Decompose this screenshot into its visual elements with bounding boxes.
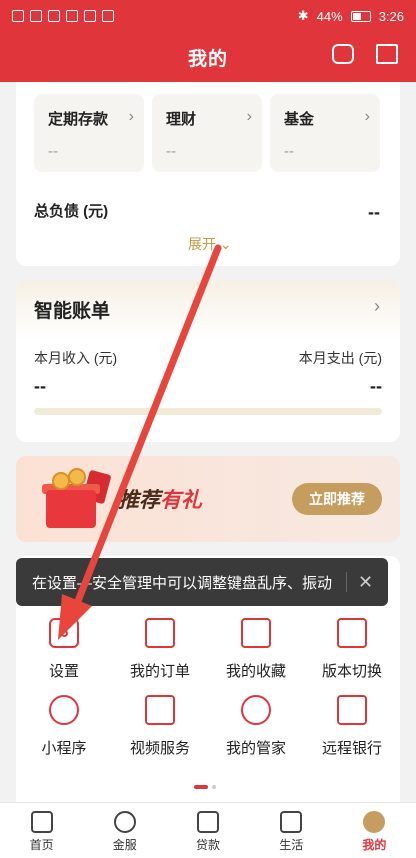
tab-label: 我的: [362, 838, 387, 852]
income-label: 本月收入 (元): [34, 350, 118, 366]
bluetooth-icon: ✱: [297, 8, 309, 23]
service-remote-bank[interactable]: 远程银行: [304, 695, 400, 758]
home-icon: [30, 811, 53, 833]
asset-fund[interactable]: 基金 › --: [270, 94, 380, 172]
service-label: 远程银行: [321, 740, 382, 757]
assets-card: 定期存款 › -- 理财 › -- 基金 › -- 总负债 (元) -- 展开 …: [16, 82, 400, 266]
clock: 3:26: [378, 8, 404, 24]
chevron-right-icon: ›: [364, 108, 370, 125]
tooltip-text: 在设置—安全管理中可以调整键盘乱序、振动: [32, 574, 333, 592]
asset-value: --: [48, 143, 58, 160]
service-favorites[interactable]: 我的收藏: [208, 618, 304, 681]
services-grid: 设置 我的订单 我的收藏 版本切换 小程序 视频服务 我的管家 远程银行: [16, 618, 400, 758]
app-notification-icon: [102, 10, 114, 22]
mine-icon: [363, 811, 386, 833]
life-icon: [280, 811, 303, 833]
page-indicator: [194, 785, 216, 789]
refer-now-button[interactable]: 立即推荐: [292, 483, 382, 515]
asset-value: --: [284, 143, 294, 160]
battery-percent: 44%: [316, 8, 343, 24]
title-bar: 我的: [0, 32, 416, 82]
message-icon[interactable]: [376, 44, 398, 64]
status-bar: ✱ 44% 3:26: [0, 0, 416, 32]
asset-wealth[interactable]: 理财 › --: [152, 94, 262, 172]
promo-text-a: 推荐: [118, 489, 160, 512]
chevron-down-icon: ⌄: [219, 236, 232, 252]
signal-icon: [30, 10, 42, 22]
heart-icon: [113, 811, 136, 833]
top-header: ✱ 44% 3:26 我的: [0, 0, 416, 82]
wifi-icon: [48, 10, 60, 22]
tooltip: 在设置—安全管理中可以调整键盘乱序、振动 ✕: [16, 558, 388, 606]
remote-bank-icon: [337, 695, 367, 725]
settings-icon: [49, 618, 79, 648]
tab-label: 金服: [112, 838, 137, 852]
app-notification-icon: [66, 10, 78, 22]
video-icon: [145, 695, 175, 725]
tab-life[interactable]: 生活: [250, 803, 333, 858]
service-label: 版本切换: [321, 663, 382, 680]
income-value: --: [34, 376, 46, 396]
service-version-switch[interactable]: 版本切换: [304, 618, 400, 681]
expense-label: 本月支出 (元): [298, 350, 382, 366]
butler-icon: [241, 695, 271, 725]
favorite-icon: [241, 618, 271, 648]
total-debt-label: 总负债 (元): [34, 203, 109, 220]
service-label: 我的管家: [225, 740, 286, 757]
service-label: 设置: [48, 663, 79, 680]
asset-title: 理财: [166, 111, 197, 128]
service-mini-program[interactable]: 小程序: [16, 695, 112, 758]
asset-fixed-deposit[interactable]: 定期存款 › --: [34, 94, 144, 172]
chevron-right-icon: ›: [128, 108, 134, 125]
service-label: 视频服务: [129, 740, 190, 757]
smart-bill-card[interactable]: 智能账单 › 本月收入 (元) 本月支出 (元) -- --: [16, 280, 400, 442]
service-butler[interactable]: 我的管家: [208, 695, 304, 758]
service-label: 我的订单: [129, 663, 190, 680]
asset-title: 定期存款: [48, 111, 109, 128]
asset-value: --: [166, 143, 176, 160]
header-actions: [332, 44, 398, 64]
tab-label: 贷款: [196, 838, 221, 852]
page-title: 我的: [187, 48, 228, 70]
tab-finance[interactable]: 金服: [83, 803, 166, 858]
bottom-tab-bar: 首页 金服 贷款 生活 我的: [0, 802, 416, 858]
customer-service-icon[interactable]: [332, 44, 354, 64]
referral-banner[interactable]: 推荐有礼 立即推荐: [16, 456, 400, 542]
expense-value: --: [370, 376, 382, 396]
tab-loan[interactable]: 贷款: [166, 803, 249, 858]
hd-icon: [12, 10, 24, 22]
switch-icon: [337, 618, 367, 648]
expand-button[interactable]: 展开 ⌄: [188, 234, 232, 254]
mini-program-icon: [49, 695, 79, 725]
service-video[interactable]: 视频服务: [112, 695, 208, 758]
tab-label: 首页: [29, 838, 54, 852]
close-icon[interactable]: ✕: [346, 572, 376, 592]
total-debt-value: --: [368, 202, 380, 222]
service-label: 小程序: [41, 740, 87, 757]
loan-icon: [197, 811, 219, 833]
app-notification-icon: [84, 10, 96, 22]
battery-icon: [350, 10, 371, 22]
tab-label: 生活: [279, 838, 304, 852]
status-left-icons: [12, 10, 114, 22]
asset-title: 基金: [284, 111, 315, 128]
chevron-right-icon: ›: [246, 108, 252, 125]
service-label: 我的收藏: [225, 663, 286, 680]
smart-bill-title: 智能账单: [34, 301, 111, 322]
tab-home[interactable]: 首页: [0, 803, 83, 858]
order-icon: [145, 618, 175, 648]
tab-mine[interactable]: 我的: [333, 803, 416, 858]
gift-box-icon: [38, 468, 112, 530]
service-my-orders[interactable]: 我的订单: [112, 618, 208, 681]
chevron-right-icon: ›: [374, 296, 380, 316]
status-right: ✱ 44% 3:26: [298, 8, 404, 24]
expand-label: 展开: [188, 236, 216, 252]
bill-progress-bar: [34, 408, 382, 415]
promo-text: 推荐有礼: [118, 484, 202, 514]
promo-text-b: 有礼: [160, 489, 202, 512]
service-settings[interactable]: 设置: [16, 618, 112, 681]
